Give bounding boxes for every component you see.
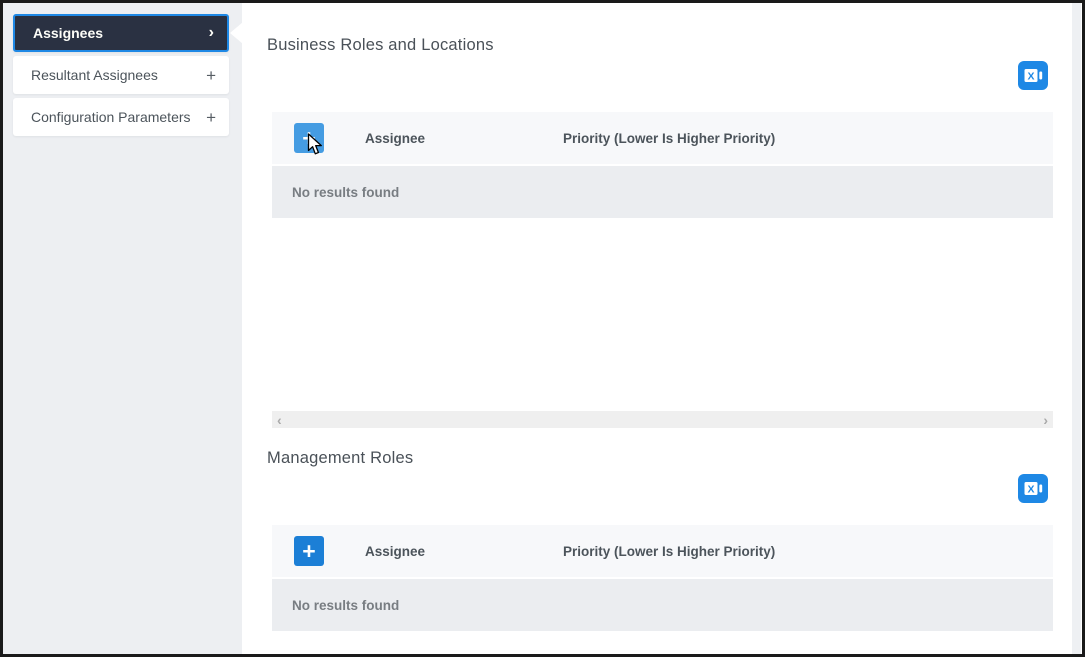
section-title-business-roles: Business Roles and Locations [267,36,494,54]
sidebar-item-label: Resultant Assignees [31,67,158,83]
plus-icon: + [206,107,216,127]
vertical-scrollbar-track[interactable] [1072,3,1081,654]
scroll-right-arrow-icon[interactable]: › [1043,413,1048,427]
sidebar-item-label: Configuration Parameters [31,109,191,125]
column-header-assignee: Assignee [365,543,426,559]
svg-text:X: X [1027,71,1034,83]
empty-results-row: No results found [272,166,1053,218]
sidebar-item-configuration-parameters[interactable]: Configuration Parameters + [13,98,229,136]
scroll-left-arrow-icon[interactable]: ‹ [277,413,282,427]
add-row-button[interactable]: + [294,536,324,566]
column-header-assignee: Assignee [365,130,426,146]
app-window: Assignees › Resultant Assignees + Config… [0,0,1085,657]
sidebar-item-label: Assignees [33,25,104,41]
sidebar-item-resultant-assignees[interactable]: Resultant Assignees + [13,56,229,94]
column-header-priority: Priority (Lower Is Higher Priority) [563,543,776,559]
svg-text:X: X [1027,484,1034,496]
empty-results-row: No results found [272,579,1053,631]
plus-icon: + [206,65,216,85]
table-header-row: + Assignee Priority (Lower Is Higher Pri… [272,525,1053,577]
excel-export-button[interactable]: X [1018,474,1048,503]
excel-export-icon: X [1018,474,1048,503]
main-content: Business Roles and Locations X + Assigne… [242,3,1082,654]
management-roles-table: + Assignee Priority (Lower Is Higher Pri… [272,525,1053,631]
sidebar-item-assignees[interactable]: Assignees › [13,14,229,52]
horizontal-scrollbar[interactable]: ‹ › [272,411,1053,428]
add-row-button[interactable]: + [294,123,324,153]
table-header-row: + Assignee Priority (Lower Is Higher Pri… [272,112,1053,164]
excel-export-icon: X [1018,61,1048,90]
excel-export-button[interactable]: X [1018,61,1048,90]
sidebar: Assignees › Resultant Assignees + Config… [3,3,242,654]
section-title-management-roles: Management Roles [267,449,414,467]
chevron-right-icon: › [208,24,214,41]
business-roles-table: + Assignee Priority (Lower Is Higher Pri… [272,112,1053,218]
column-header-priority: Priority (Lower Is Higher Priority) [563,130,776,146]
